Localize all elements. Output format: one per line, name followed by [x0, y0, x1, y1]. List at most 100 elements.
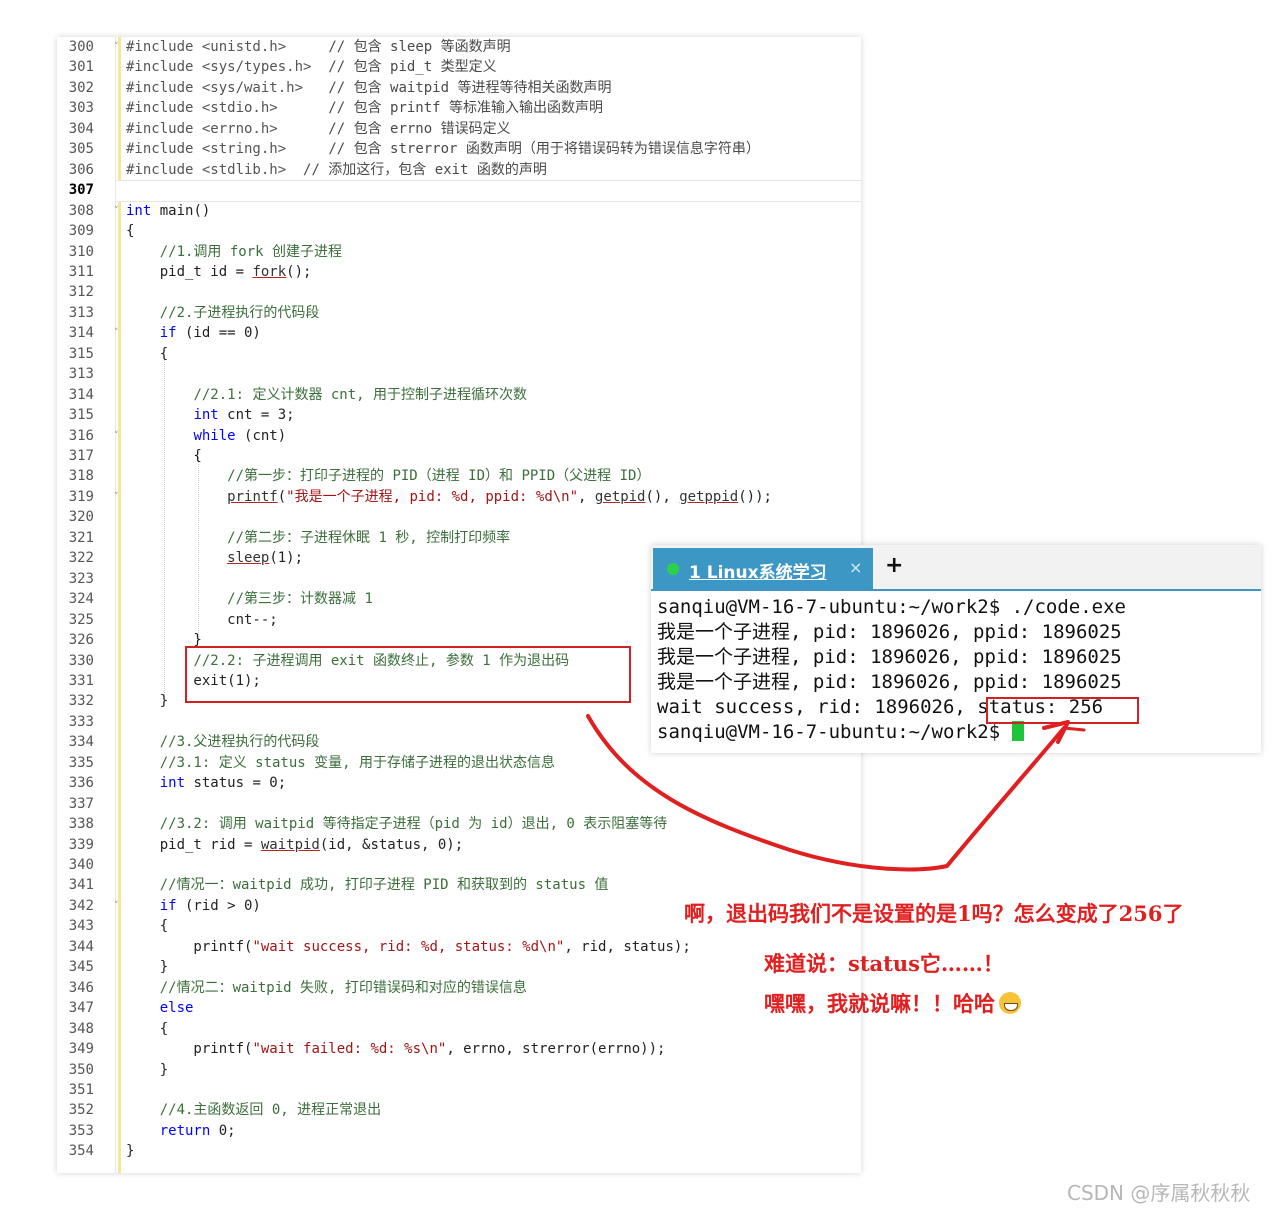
code-line[interactable]: } [126, 1060, 168, 1080]
code-token: pid_t id = [126, 263, 253, 280]
code-line[interactable]: #include <string.h> // 包含 strerror 函数声明（… [126, 139, 760, 159]
code-token: } [126, 693, 169, 710]
code-token: #include <sys/types.h> [126, 59, 312, 76]
code-token: "wait success, rid: %d, status: %d\n" [252, 938, 565, 955]
code-line[interactable]: //1.调用 fork 创建子进程 [126, 242, 342, 262]
code-token: ()); [738, 488, 772, 505]
code-area[interactable]: #include <unistd.h> // 包含 sleep 等函数声明 #in… [57, 37, 861, 1173]
code-token: #include <sys/wait.h> [126, 79, 304, 96]
code-line[interactable]: } [126, 957, 168, 977]
code-line[interactable]: //3.父进程执行的代码段 [126, 732, 320, 752]
code-token: { [126, 345, 169, 362]
code-line[interactable]: //情况一：waitpid 成功, 打印子进程 PID 和获取到的 status… [126, 875, 609, 895]
code-line[interactable]: int status = 0; [126, 773, 286, 793]
code-token: status = 0; [185, 775, 287, 792]
code-token: printf [227, 488, 278, 505]
code-line[interactable]: //4.主函数返回 0, 进程正常退出 [126, 1100, 381, 1120]
code-line[interactable]: //第三步：计数器减 1 [126, 589, 373, 609]
code-line[interactable]: return 0; [126, 1121, 236, 1141]
code-line[interactable]: printf("wait success, rid: %d, status: %… [126, 937, 690, 957]
code-token: // 添加这行，包含 exit 函数的声明 [303, 161, 547, 178]
code-token: "wait failed: %d: %s\n" [252, 1041, 447, 1058]
code-line[interactable]: } [126, 691, 168, 711]
code-line[interactable]: pid_t rid = waitpid(id, &status, 0); [126, 835, 463, 855]
code-token: printf( [126, 1041, 253, 1058]
code-line[interactable]: if (rid > 0) [126, 896, 261, 916]
code-token: //1.调用 fork 创建子进程 [159, 243, 343, 260]
code-line[interactable]: #include <unistd.h> // 包含 sleep 等函数声明 [126, 37, 511, 57]
code-token: //4.主函数返回 0, 进程正常退出 [159, 1102, 382, 1119]
code-token: #include <stdio.h> [126, 100, 278, 117]
code-line[interactable]: //3.2: 调用 waitpid 等待指定子进程（pid 为 id）退出, 0… [126, 814, 668, 834]
code-line[interactable]: #include <stdlib.h> // 添加这行，包含 exit 函数的声… [126, 160, 547, 180]
code-editor[interactable]: 300 301 302 303 304 305 306 307 308 309 310 311 312 3… [57, 37, 861, 1173]
code-token: //情况二：waitpid 失败, 打印错误码和对应的错误信息 [159, 979, 527, 996]
code-token: { [126, 448, 202, 464]
code-line[interactable]: int cnt = 3; [126, 405, 294, 425]
code-token: // 包含 pid_t 类型定义 [328, 59, 497, 76]
code-line[interactable]: #include <stdio.h> // 包含 printf 等标准输入输出函… [126, 98, 603, 118]
code-token: { [126, 223, 135, 240]
code-token: printf( [126, 938, 253, 955]
code-line[interactable]: sleep(1); [126, 548, 303, 568]
code-line[interactable]: exit(1); [126, 671, 260, 691]
code-token: cnt--; [126, 611, 278, 628]
code-line[interactable]: printf("wait failed: %d: %s\n", errno, s… [126, 1039, 665, 1059]
code-token: if [159, 897, 177, 914]
code-token: //第三步：计数器减 1 [227, 591, 373, 608]
code-token: //第一步：打印子进程的 PID（进程 ID）和 PPID（父进程 ID） [227, 468, 651, 485]
code-line[interactable]: int main() [126, 201, 210, 221]
code-token: getpid [594, 488, 646, 505]
code-line[interactable]: //2.1: 定义计数器 cnt, 用于控制子进程循环次数 [126, 385, 527, 405]
code-line[interactable]: //第二步：子进程休眠 1 秒, 控制打印频率 [126, 528, 510, 548]
code-token: { [126, 918, 169, 935]
code-line[interactable]: { [126, 1019, 168, 1039]
code-token: // 包含 sleep 等函数声明 [328, 39, 511, 55]
code-line[interactable]: { [126, 916, 168, 936]
code-token: //2.1: 定义计数器 cnt, 用于控制子进程循环次数 [193, 386, 528, 403]
code-token: "我是一个子进程, pid: %d, ppid: %d\n" [286, 488, 579, 505]
code-line[interactable]: //第一步：打印子进程的 PID（进程 ID）和 PPID（父进程 ID） [126, 466, 650, 486]
code-token: pid_t rid = [126, 836, 261, 853]
code-line[interactable]: { [126, 446, 202, 466]
code-token: //3.2: 调用 waitpid 等待指定子进程（pid 为 id）退出, 0… [159, 816, 668, 833]
code-token: int [126, 202, 152, 219]
code-line[interactable]: cnt--; [126, 610, 278, 630]
code-line[interactable]: //2.子进程执行的代码段 [126, 303, 320, 323]
code-token: int [193, 407, 219, 424]
code-line[interactable]: printf("我是一个子进程, pid: %d, ppid: %d\n", g… [126, 487, 772, 507]
code-line[interactable]: else [126, 998, 194, 1018]
code-line[interactable]: //2.2: 子进程调用 exit 函数终止, 参数 1 作为退出码 [126, 651, 569, 671]
code-line[interactable]: //情况二：waitpid 失败, 打印错误码和对应的错误信息 [126, 978, 527, 998]
code-token: //情况一：waitpid 成功, 打印子进程 PID 和获取到的 status… [159, 877, 609, 894]
code-token: sleep [227, 550, 270, 567]
code-line[interactable]: #include <errno.h> // 包含 errno 错误码定义 [126, 119, 511, 139]
code-line[interactable]: } [126, 630, 201, 650]
code-line[interactable]: #include <sys/types.h> // 包含 pid_t 类型定义 [126, 57, 497, 77]
code-line[interactable]: { [126, 344, 168, 364]
code-line[interactable]: while (cnt) [126, 426, 286, 446]
code-line[interactable]: pid_t id = fork(); [126, 262, 312, 282]
code-line[interactable]: if (id == 0) [126, 323, 261, 343]
code-token: int [159, 775, 186, 792]
code-line[interactable]: //3.1: 定义 status 变量, 用于存储子进程的退出状态信息 [126, 753, 555, 773]
code-line[interactable]: #include <sys/wait.h> // 包含 waitpid 等进程等… [126, 78, 611, 98]
code-token: if [159, 325, 177, 342]
code-line[interactable]: } [126, 1141, 134, 1161]
code-line[interactable]: { [126, 221, 134, 241]
